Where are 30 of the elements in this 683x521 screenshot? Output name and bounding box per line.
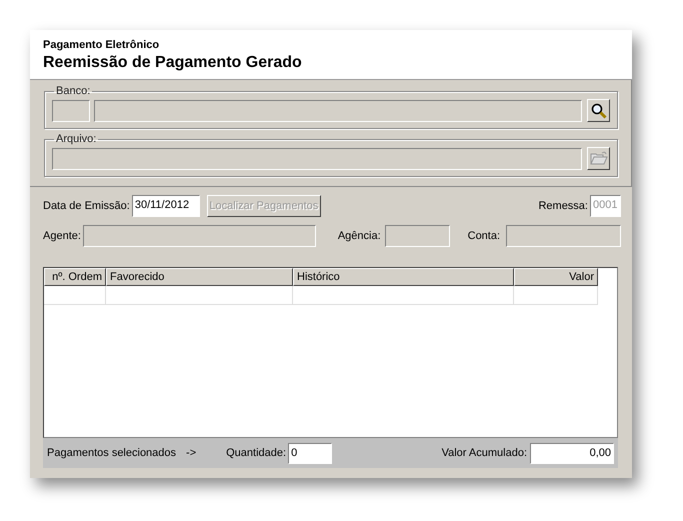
quantity-field[interactable]: 0 [288, 442, 332, 464]
column-header[interactable]: nº. Ordem [44, 268, 106, 286]
subtitle: Pagamento Eletrônico [43, 39, 160, 51]
total-field[interactable]: 0,00 [530, 442, 614, 464]
window-title: Reemissão de Pagamento Gerado [43, 54, 303, 72]
field-label: Valor Acumulado: [442, 447, 527, 459]
column-header[interactable]: Favorecido [106, 268, 293, 286]
file-field[interactable] [52, 148, 582, 170]
bank-name-field[interactable] [94, 100, 582, 122]
search-button[interactable] [587, 99, 610, 122]
column-header[interactable]: Valor [514, 268, 598, 286]
field-label: Agência: [338, 230, 381, 242]
account-field[interactable] [506, 225, 621, 247]
group-label: Arquivo: [55, 133, 98, 145]
field-label: Remessa: [538, 200, 588, 212]
search-icon [590, 102, 606, 118]
folder-icon [590, 151, 608, 166]
date-field[interactable]: 30/11/2012 [132, 195, 200, 217]
field-label: Quantidade: [226, 447, 286, 459]
agency-field[interactable] [384, 225, 450, 247]
group-label: Banco: [55, 85, 92, 97]
field-label: Agente: [43, 230, 81, 242]
field-label: Conta: [468, 230, 500, 242]
bank-code-field[interactable] [52, 100, 90, 122]
table-cell [44, 286, 106, 305]
agent-field[interactable] [82, 225, 316, 247]
arrow-text: -> [186, 447, 196, 459]
column-header[interactable]: Histórico [293, 268, 514, 286]
summary-caption: Pagamentos selecionados [47, 447, 176, 459]
field-label: Data de Emissão: [43, 200, 130, 212]
